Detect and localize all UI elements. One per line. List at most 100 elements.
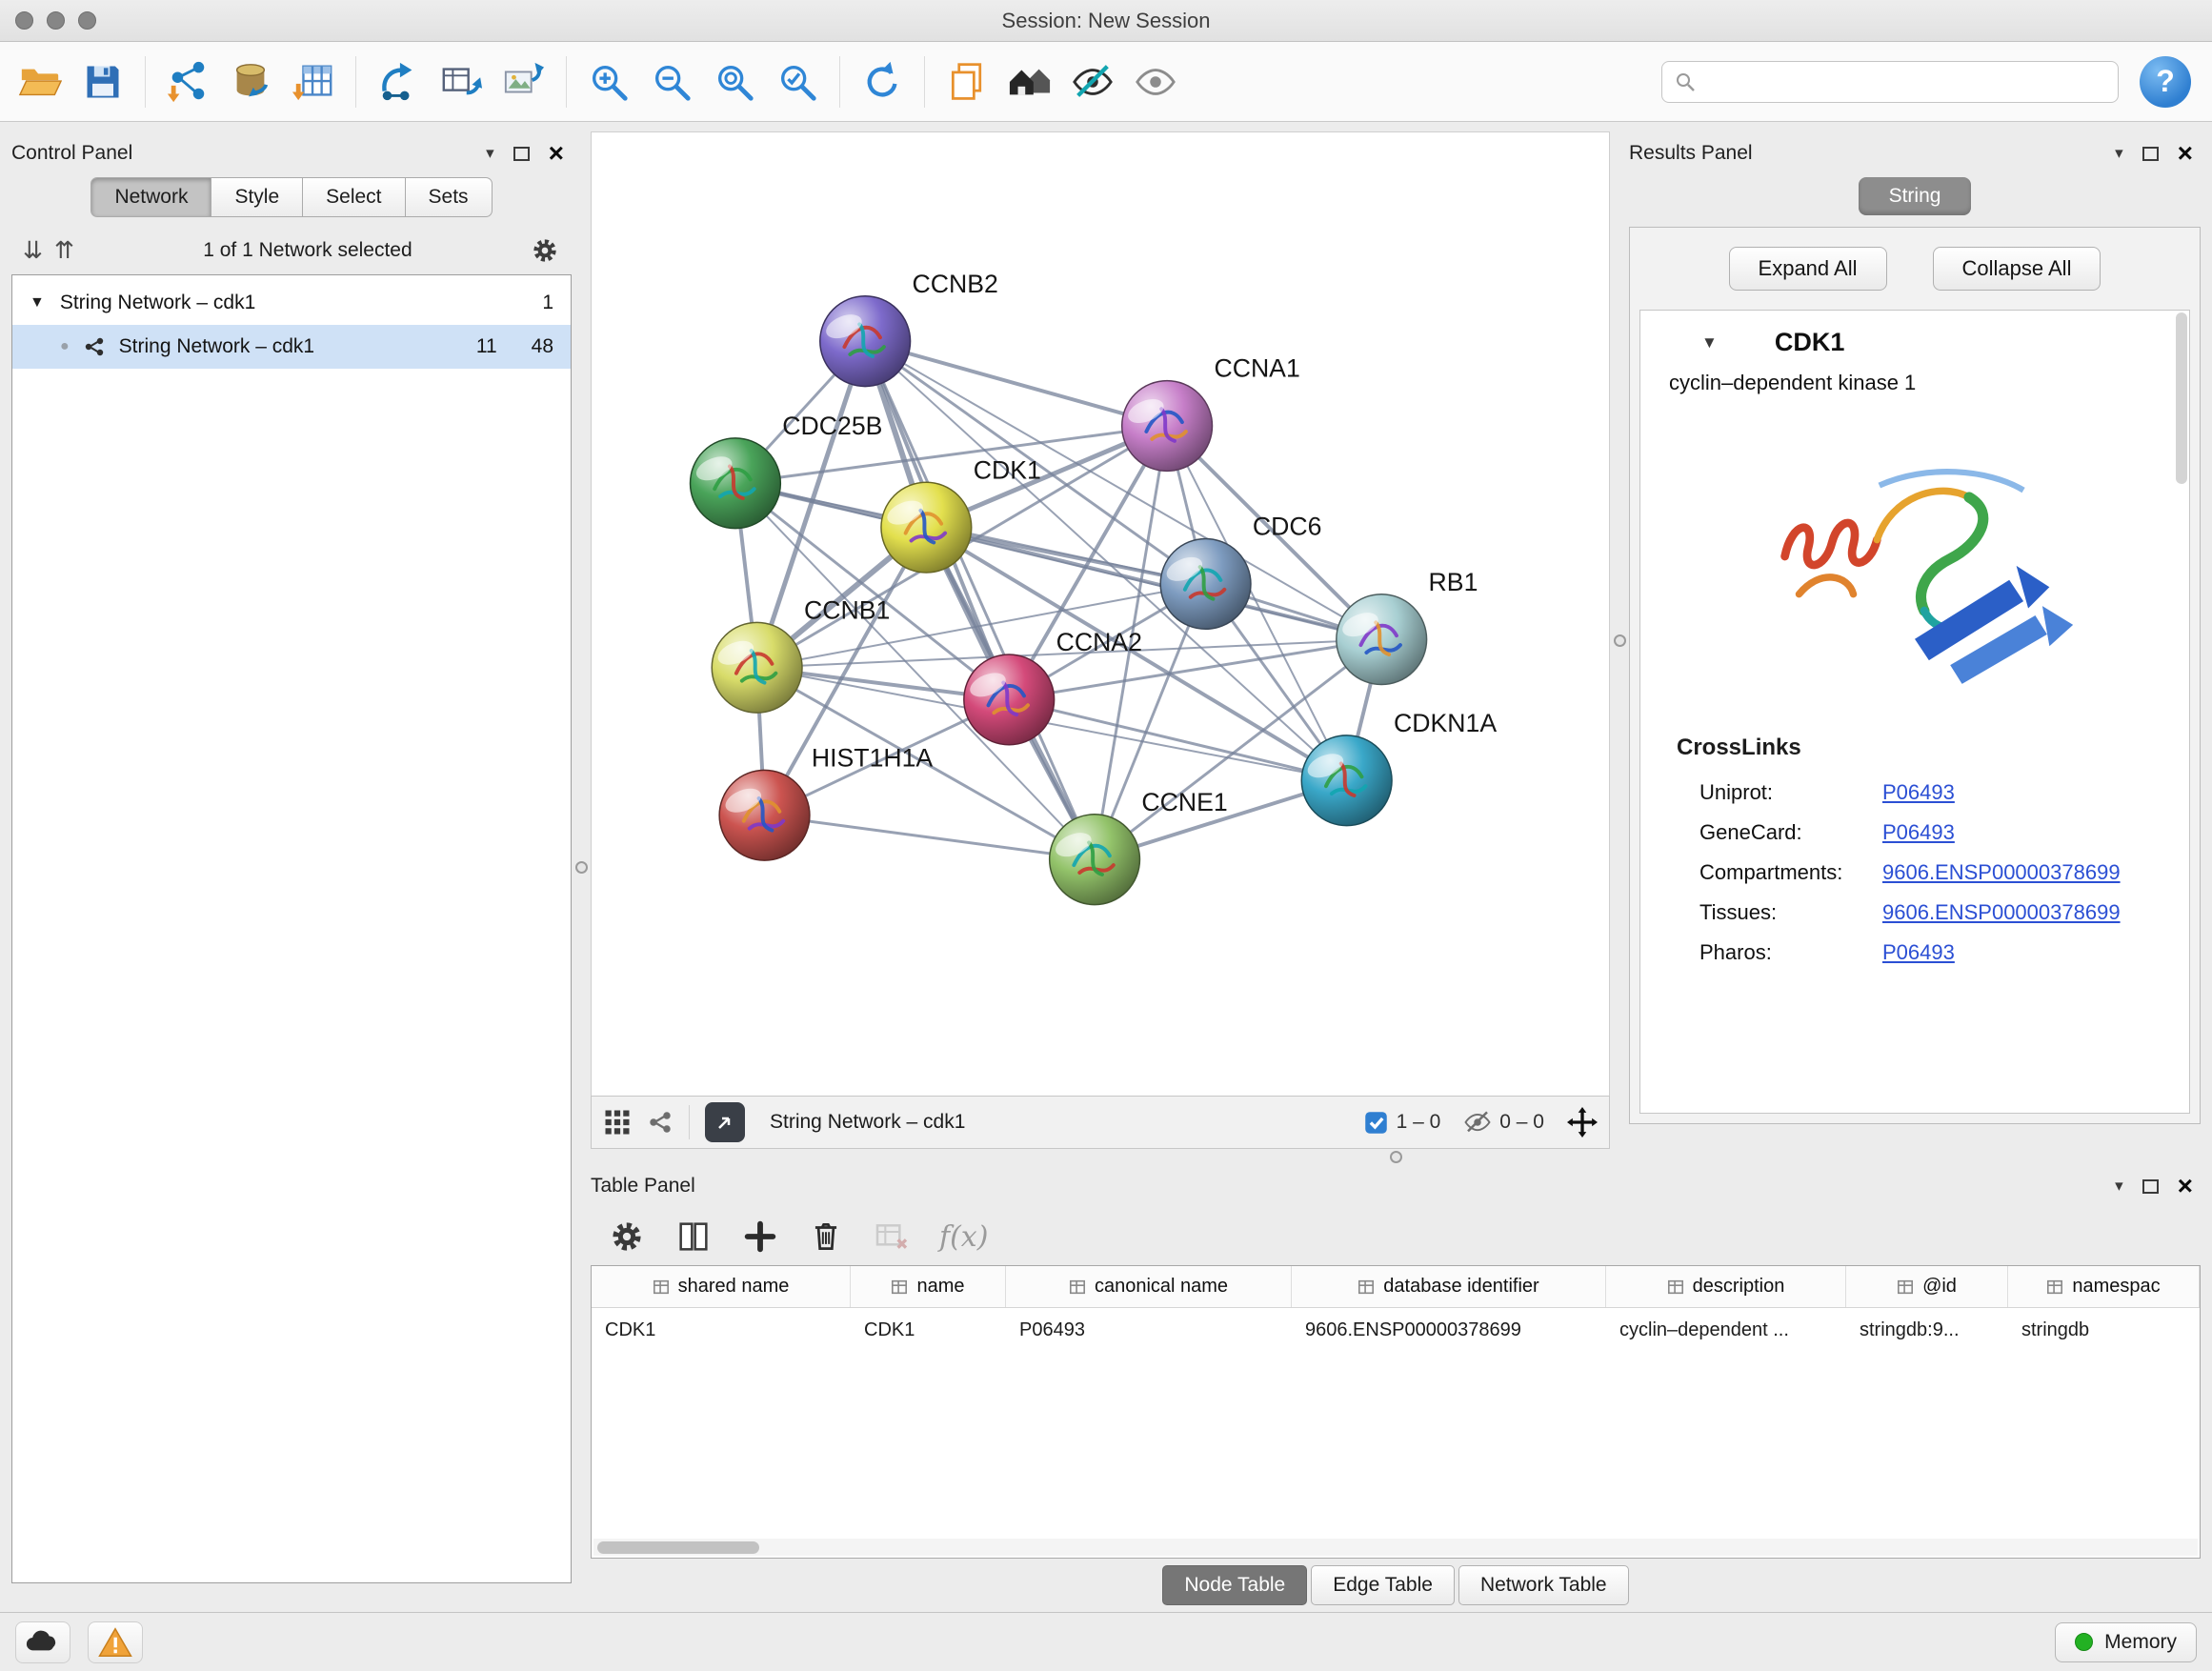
column-header[interactable]: name <box>851 1266 1006 1307</box>
column-header[interactable]: @id <box>1846 1266 2008 1307</box>
function-builder-button[interactable]: f(x) <box>939 1220 988 1254</box>
network-canvas[interactable]: CCNB2CCNA1CDC25BCDK1CDC6RB1CCNB1CCNA2CDK… <box>592 132 1609 1096</box>
crosslink-link[interactable]: P06493 <box>1882 780 1955 805</box>
crosslink-link[interactable]: P06493 <box>1882 940 1955 965</box>
tab-network-table[interactable]: Network Table <box>1458 1565 1629 1605</box>
window-close-button[interactable] <box>15 11 33 30</box>
column-header[interactable]: namespac <box>2008 1266 2200 1307</box>
tab-edge-table[interactable]: Edge Table <box>1311 1565 1455 1605</box>
tab-select[interactable]: Select <box>303 177 405 217</box>
zoom-in-button[interactable] <box>578 49 639 115</box>
cell-shared-name[interactable]: CDK1 <box>592 1319 851 1341</box>
add-column-icon[interactable] <box>741 1218 779 1256</box>
clone-network-button[interactable] <box>368 49 429 115</box>
selected-checkbox-icon[interactable] <box>1363 1110 1389 1136</box>
delete-column-trash-icon[interactable] <box>808 1218 844 1255</box>
column-header[interactable]: shared name <box>592 1266 851 1307</box>
grid-view-icon[interactable] <box>603 1108 632 1137</box>
zoom-fit-button[interactable] <box>704 49 765 115</box>
cell-database-identifier[interactable]: 9606.ENSP00000378699 <box>1292 1319 1606 1341</box>
cell-name[interactable]: CDK1 <box>851 1319 1006 1341</box>
column-header[interactable]: database identifier <box>1292 1266 1606 1307</box>
results-scrollbar[interactable] <box>2176 312 2187 484</box>
control-panel: Control Panel ▾ × Network Style Select S… <box>11 131 572 1583</box>
network-node-CCNA1[interactable]: CCNA1 <box>1122 354 1300 472</box>
hide-selected-button[interactable] <box>1062 49 1123 115</box>
cell-namespace[interactable]: stringdb <box>2008 1319 2200 1341</box>
home-button[interactable] <box>999 49 1060 115</box>
collapse-all-button[interactable]: Collapse All <box>1933 247 2101 291</box>
disclosure-triangle-icon[interactable]: ▼ <box>30 294 45 312</box>
table-row[interactable]: CDK1 CDK1 P06493 9606.ENSP00000378699 cy… <box>592 1308 2200 1352</box>
tab-node-table[interactable]: Node Table <box>1162 1565 1307 1605</box>
network-node-CDKN1A[interactable]: CDKN1A <box>1301 709 1497 826</box>
column-header[interactable]: canonical name <box>1006 1266 1292 1307</box>
table-toolbar: f(x) <box>591 1208 2201 1265</box>
panel-menu-icon[interactable]: ▾ <box>486 144 494 163</box>
results-panel-splitter[interactable] <box>1610 131 1629 1149</box>
memory-button[interactable]: Memory <box>2055 1622 2197 1662</box>
panel-close-icon[interactable]: × <box>2178 1173 2193 1199</box>
table-settings-gear-icon[interactable] <box>608 1218 646 1256</box>
cell-description[interactable]: cyclin–dependent ... <box>1606 1319 1846 1341</box>
network-row-selected[interactable]: ● String Network – cdk1 11 48 <box>12 325 571 369</box>
network-collection-row[interactable]: ▼ String Network – cdk1 1 <box>12 281 571 325</box>
show-columns-icon[interactable] <box>674 1218 713 1256</box>
crosslink-link[interactable]: 9606.ENSP00000378699 <box>1882 900 2121 925</box>
network-edge[interactable] <box>865 341 1095 859</box>
cloud-status-button[interactable] <box>15 1621 70 1663</box>
collapse-all-icon[interactable]: ⇊ <box>23 239 43 263</box>
export-view-button[interactable] <box>705 1102 745 1142</box>
window-zoom-button[interactable] <box>78 11 96 30</box>
network-node-RB1[interactable]: RB1 <box>1337 568 1478 685</box>
import-network-database-button[interactable] <box>220 49 281 115</box>
zoom-selected-button[interactable] <box>767 49 828 115</box>
panel-close-icon[interactable]: × <box>2178 140 2193 167</box>
tab-network[interactable]: Network <box>90 177 211 217</box>
import-network-file-button[interactable] <box>157 49 218 115</box>
panel-menu-icon[interactable]: ▾ <box>2115 1177 2123 1196</box>
cell-canonical-name[interactable]: P06493 <box>1006 1319 1292 1341</box>
export-image-button[interactable] <box>493 49 554 115</box>
panel-menu-icon[interactable]: ▾ <box>2115 144 2123 163</box>
import-table-button[interactable] <box>283 49 344 115</box>
expand-all-button[interactable]: Expand All <box>1729 247 1887 291</box>
network-node-CCNB1[interactable]: CCNB1 <box>712 595 890 713</box>
network-options-gear-icon[interactable] <box>530 235 560 266</box>
help-button[interactable]: ? <box>2140 56 2191 108</box>
panel-float-icon[interactable] <box>2142 1179 2159 1194</box>
cell-id[interactable]: stringdb:9... <box>1846 1319 2008 1341</box>
network-node-CCNB2[interactable]: CCNB2 <box>820 270 998 387</box>
panel-float-icon[interactable] <box>513 147 530 161</box>
network-edge[interactable] <box>765 815 1096 859</box>
gene-disclosure-icon[interactable]: ▼ <box>1701 333 1718 352</box>
show-all-button[interactable] <box>1125 49 1186 115</box>
tab-string[interactable]: String <box>1859 177 1972 215</box>
window-minimize-button[interactable] <box>47 11 65 30</box>
refresh-view-button[interactable] <box>852 49 913 115</box>
network-node-HIST1H1A[interactable]: HIST1H1A <box>719 743 933 860</box>
hidden-eye-slash-icon[interactable] <box>1463 1108 1492 1137</box>
expand-all-icon[interactable]: ⇈ <box>54 239 74 263</box>
tab-sets[interactable]: Sets <box>406 177 493 217</box>
network-glyph-icon[interactable] <box>647 1109 674 1136</box>
zoom-out-button[interactable] <box>641 49 702 115</box>
crosslink-link[interactable]: P06493 <box>1882 820 1955 845</box>
panel-float-icon[interactable] <box>2142 147 2159 161</box>
horizontal-scrollbar-thumb[interactable] <box>597 1541 759 1554</box>
horizontal-scrollbar-track[interactable] <box>593 1539 2198 1556</box>
search-input[interactable] <box>1706 70 2106 92</box>
table-panel-splitter[interactable] <box>591 1149 2201 1164</box>
warnings-button[interactable] <box>88 1621 143 1663</box>
crosslink-label: GeneCard: <box>1699 820 1882 845</box>
column-header[interactable]: description <box>1606 1266 1846 1307</box>
duplicate-button[interactable] <box>936 49 997 115</box>
open-session-button[interactable] <box>10 49 70 115</box>
left-panel-splitter[interactable] <box>572 122 591 1612</box>
panel-close-icon[interactable]: × <box>549 140 564 167</box>
pan-move-icon[interactable] <box>1567 1107 1598 1137</box>
crosslink-link[interactable]: 9606.ENSP00000378699 <box>1882 860 2121 885</box>
create-network-view-button[interactable] <box>431 49 492 115</box>
tab-style[interactable]: Style <box>211 177 303 217</box>
save-session-button[interactable] <box>72 49 133 115</box>
